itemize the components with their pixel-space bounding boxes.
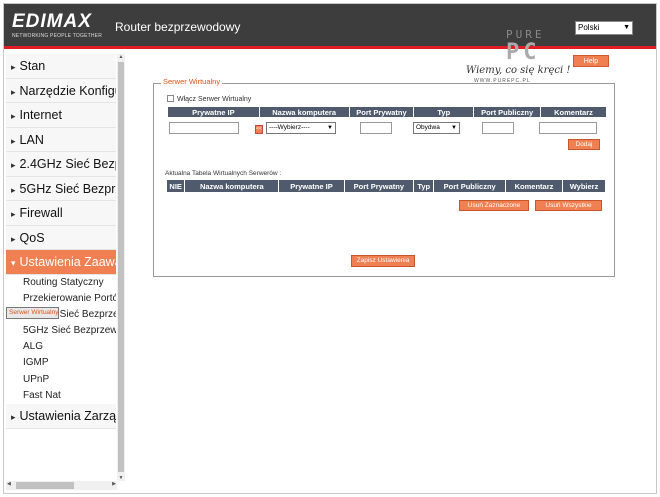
- list-col-private-ip: Prywatne IP: [278, 179, 345, 193]
- language-value: Polski: [578, 23, 600, 32]
- sidebar-item-advanced[interactable]: ▾Ustawienia Zaawansowane: [6, 250, 116, 275]
- computer-name-select[interactable]: ----Wybierz---- ▼: [266, 122, 336, 134]
- language-select[interactable]: Polski ▼: [575, 21, 633, 35]
- sidebar-subitem-5ghz[interactable]: 5GHz Sieć Bezprzewodowa: [6, 323, 116, 339]
- delete-selected-button[interactable]: Usuń Zaznaczone: [459, 200, 529, 211]
- list-col-private-port: Port Prywatny: [343, 179, 415, 193]
- sidebar-subitem-alg[interactable]: ALG: [6, 339, 116, 355]
- list-col-public-port: Port Publiczny: [433, 179, 506, 193]
- scroll-up-icon[interactable]: ▲: [117, 54, 125, 60]
- col-public-port: Port Publiczny: [473, 106, 542, 118]
- add-button[interactable]: Dodaj: [568, 139, 600, 150]
- sidebar-subitem-port-forwarding[interactable]: Przekierowanie Portów: [6, 291, 116, 307]
- sidebar-item-stan[interactable]: ▸ Stan: [6, 54, 116, 79]
- list-col-no: NIE: [165, 179, 186, 193]
- sidebar-item-lan[interactable]: ▸ LAN: [6, 127, 116, 152]
- table-caption: Aktualna Tabela Wirtualnych Serwerów :: [165, 170, 282, 177]
- sidebar-subitem-fastnat[interactable]: Fast Nat: [6, 388, 116, 404]
- sidebar-item-label: QoS: [19, 230, 45, 245]
- chevron-down-icon: ▼: [623, 24, 630, 31]
- sidebar-subitem-routing[interactable]: Routing Statyczny: [6, 275, 116, 291]
- chevron-right-icon: ▸: [11, 62, 16, 72]
- enable-row[interactable]: Włącz Serwer Wirtualny: [167, 95, 251, 103]
- sidebar-item-firewall[interactable]: ▸ Firewall: [6, 201, 116, 226]
- computer-select-value: ----Wybierz----: [269, 124, 310, 131]
- sidebar-item-label: 2.4GHz Sieć Bezprzewodowa: [19, 157, 116, 171]
- chevron-right-icon: ▸: [11, 160, 16, 170]
- entry-table-header: Prywatne IP Nazwa komputera Port Prywatn…: [167, 106, 607, 118]
- sidebar-item-internet[interactable]: ▸ Internet: [6, 103, 116, 128]
- sidebar-vertical-scrollbar[interactable]: ▲ ▼: [117, 54, 125, 481]
- panel-legend: Serwer Wirtualny: [161, 77, 223, 86]
- sidebar-subitem-upnp[interactable]: UPnP: [6, 372, 116, 388]
- private-ip-input[interactable]: [169, 122, 239, 134]
- sidebar-item-management[interactable]: ▸Ustawienia Zarządzania: [6, 404, 116, 429]
- purepc-watermark: PURE PC Wiemy, co się kręci ! WWW.PUREPC…: [466, 28, 576, 86]
- list-col-computer-name: Nazwa komputera: [184, 179, 280, 193]
- col-private-ip: Prywatne IP: [167, 106, 260, 118]
- list-col-comment: Komentarz: [504, 179, 564, 193]
- chevron-right-icon: ▸: [11, 412, 16, 422]
- browser-frame: EDIMAX NETWORKING PEOPLE TOGETHER Router…: [3, 3, 657, 494]
- sidebar-item-label: Ustawienia Zaawansowane: [19, 255, 116, 269]
- save-settings-button[interactable]: Zapisz Ustawienia: [351, 255, 415, 267]
- private-port-input[interactable]: [360, 122, 392, 134]
- copy-to-ip-button[interactable]: <<: [255, 125, 263, 134]
- scrollbar-thumb[interactable]: [16, 482, 74, 489]
- sidebar-item-label: Firewall: [19, 206, 63, 220]
- server-list-table-header: NIE Nazwa komputera Prywatne IP Port Pry…: [165, 179, 606, 193]
- chevron-down-icon: ▾: [11, 258, 16, 268]
- logo-tagline: NETWORKING PEOPLE TOGETHER: [12, 33, 103, 39]
- sidebar-horizontal-scrollbar[interactable]: ◀ ▶: [6, 481, 117, 490]
- col-computer-name: Nazwa komputera: [258, 106, 350, 118]
- scroll-left-icon[interactable]: ◀: [7, 481, 11, 487]
- sidebar-item-5ghz[interactable]: ▸5GHz Sieć Bezprzewodowa: [6, 176, 116, 201]
- sidebar-subitem-igmp[interactable]: IGMP: [6, 355, 116, 371]
- scroll-right-icon[interactable]: ▶: [112, 481, 116, 487]
- chevron-right-icon: ▸: [11, 135, 16, 146]
- watermark-pc: PC: [506, 40, 541, 65]
- public-port-input[interactable]: [482, 122, 514, 134]
- sidebar-subitem-virtual-server[interactable]: Serwer Wirtualny: [6, 306, 60, 319]
- chevron-right-icon: ▸: [11, 233, 16, 244]
- sidebar: ▸Stan ▸Narzędzie Konfiguracji ▸Internet …: [6, 54, 116, 486]
- sidebar-item-24ghz[interactable]: ▸2.4GHz Sieć Bezprzewodowa: [6, 152, 116, 177]
- sidebar-item-label: Ustawienia Zarządzania: [19, 409, 116, 423]
- help-button[interactable]: Help: [573, 55, 609, 67]
- scroll-down-icon[interactable]: ▼: [117, 475, 125, 481]
- type-select-value: Obydwa: [416, 124, 440, 131]
- sidebar-item-narzedzie[interactable]: ▸Narzędzie Konfiguracji: [6, 78, 116, 103]
- col-type: Typ: [413, 106, 475, 118]
- watermark-slogan: Wiemy, co się kręci !: [466, 65, 571, 76]
- chevron-down-icon: ▼: [327, 125, 333, 131]
- col-private-port: Port Prywatny: [348, 106, 415, 118]
- list-col-type: Typ: [413, 179, 435, 193]
- logo-brand: EDIMAX: [12, 11, 92, 32]
- sidebar-item-label: Internet: [19, 108, 62, 122]
- chevron-right-icon: ▸: [11, 86, 16, 97]
- chevron-right-icon: ▸: [11, 111, 16, 121]
- chevron-right-icon: ▸: [11, 209, 16, 219]
- enable-checkbox[interactable]: [167, 95, 174, 102]
- type-select[interactable]: Obydwa ▼: [413, 122, 460, 134]
- chevron-down-icon: ▼: [451, 125, 457, 131]
- col-comment: Komentarz: [540, 106, 607, 118]
- edimax-logo: EDIMAX NETWORKING PEOPLE TOGETHER: [12, 11, 104, 40]
- scrollbar-thumb[interactable]: [118, 62, 124, 472]
- list-col-select: Wybierz: [562, 179, 606, 193]
- sidebar-item-label: 5GHz Sieć Bezprzewodowa: [19, 181, 116, 196]
- enable-label: Włącz Serwer Wirtualny: [177, 96, 252, 103]
- comment-input[interactable]: [539, 122, 597, 134]
- sidebar-item-label: LAN: [19, 132, 44, 147]
- delete-all-button[interactable]: Usuń Wszystkie: [535, 200, 602, 211]
- sidebar-item-label: Stan: [19, 59, 46, 73]
- sidebar-item-qos[interactable]: ▸ QoS: [6, 225, 116, 250]
- header-bar: EDIMAX NETWORKING PEOPLE TOGETHER Router…: [4, 4, 656, 49]
- sidebar-item-label: Narzędzie Konfiguracji: [19, 83, 116, 98]
- app-title: Router bezprzewodowy: [115, 20, 241, 34]
- chevron-right-icon: ▸: [11, 184, 16, 195]
